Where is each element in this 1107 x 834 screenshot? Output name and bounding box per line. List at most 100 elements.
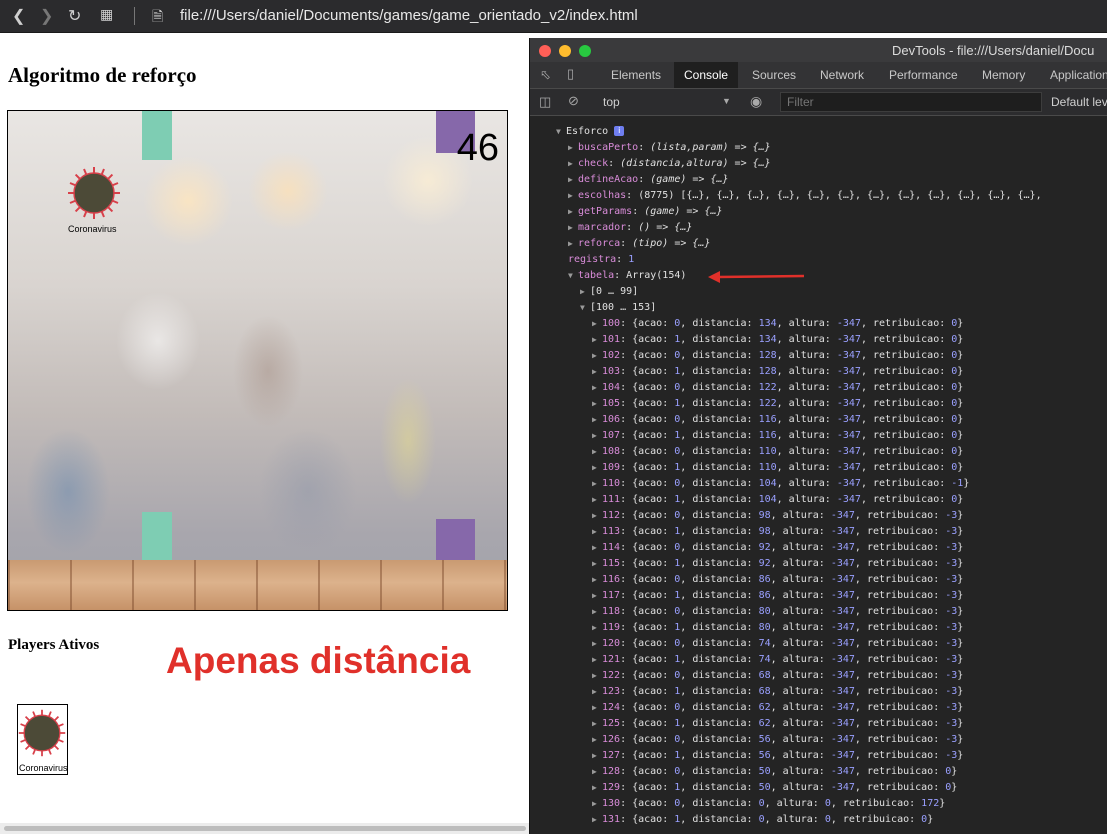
expand-arrow-icon[interactable]: ▶: [592, 412, 602, 428]
tab-application[interactable]: Application: [1050, 62, 1107, 88]
tab-elements[interactable]: Elements: [611, 62, 661, 88]
table-row[interactable]: ▶ 111: {acao: 1, distancia: 104, altura: …: [592, 492, 963, 508]
reload-icon[interactable]: ↻: [68, 6, 81, 26]
eye-icon[interactable]: ◉: [750, 93, 762, 110]
expand-arrow-icon[interactable]: ▶: [592, 652, 602, 668]
table-row[interactable]: ▶ 125: {acao: 1, distancia: 62, altura: -…: [592, 716, 963, 732]
expand-arrow-icon[interactable]: ▶: [568, 236, 578, 252]
close-icon[interactable]: [539, 45, 551, 57]
forward-icon[interactable]: ❯: [40, 6, 53, 26]
prop-defineacao[interactable]: ▶ defineAcao: (game) => {…}: [568, 172, 729, 188]
expand-arrow-icon[interactable]: ▶: [592, 684, 602, 700]
expand-arrow-icon[interactable]: ▶: [592, 812, 602, 828]
horizontal-scrollbar[interactable]: [0, 823, 530, 834]
expand-arrow-icon[interactable]: ▶: [592, 556, 602, 572]
expand-arrow-icon[interactable]: ▶: [592, 748, 602, 764]
expand-arrow-icon[interactable]: ▶: [592, 444, 602, 460]
table-row[interactable]: ▶ 116: {acao: 0, distancia: 86, altura: -…: [592, 572, 963, 588]
table-row[interactable]: ▶ 123: {acao: 1, distancia: 68, altura: -…: [592, 684, 963, 700]
table-row[interactable]: ▶ 120: {acao: 0, distancia: 74, altura: -…: [592, 636, 963, 652]
tab-sources[interactable]: Sources: [752, 62, 796, 88]
sidebar-toggle-icon[interactable]: ◫: [539, 94, 551, 110]
expand-arrow-icon[interactable]: ▶: [592, 492, 602, 508]
table-row[interactable]: ▶ 118: {acao: 0, distancia: 80, altura: -…: [592, 604, 963, 620]
expand-arrow-icon[interactable]: ▶: [592, 732, 602, 748]
expand-arrow-icon[interactable]: ▶: [568, 156, 578, 172]
device-toolbar-icon[interactable]: ▯: [567, 66, 574, 82]
expand-arrow-icon[interactable]: ▶: [568, 140, 578, 156]
prop-escolhas[interactable]: ▶ escolhas: (8775) [{…}, {…}, {…}, {…}, {…: [568, 188, 1042, 204]
expand-arrow-icon[interactable]: ▶: [592, 476, 602, 492]
expand-arrow-icon[interactable]: ▶: [592, 620, 602, 636]
expand-arrow-icon[interactable]: ▶: [592, 396, 602, 412]
table-row[interactable]: ▶ 124: {acao: 0, distancia: 62, altura: -…: [592, 700, 963, 716]
table-row[interactable]: ▶ 126: {acao: 0, distancia: 56, altura: -…: [592, 732, 963, 748]
prop-buscaperto[interactable]: ▶ buscaPerto: (lista,param) => {…}: [568, 140, 771, 156]
expand-arrow-icon[interactable]: ▶: [592, 508, 602, 524]
range-0-99[interactable]: ▶ [0 … 99]: [580, 284, 638, 300]
collapse-arrow-icon[interactable]: ▼: [568, 268, 578, 284]
prop-marcador[interactable]: ▶ marcador: () => {…}: [568, 220, 692, 236]
table-row[interactable]: ▶ 103: {acao: 1, distancia: 128, altura: …: [592, 364, 963, 380]
back-icon[interactable]: ❮: [12, 6, 25, 26]
table-row[interactable]: ▶ 127: {acao: 1, distancia: 56, altura: -…: [592, 748, 963, 764]
tab-console[interactable]: Console: [674, 62, 739, 88]
expand-arrow-icon[interactable]: ▶: [592, 604, 602, 620]
table-row[interactable]: ▶ 102: {acao: 0, distancia: 128, altura: …: [592, 348, 963, 364]
expand-arrow-icon[interactable]: ▶: [592, 668, 602, 684]
expand-arrow-icon[interactable]: ▶: [592, 764, 602, 780]
table-row[interactable]: ▶ 122: {acao: 0, distancia: 68, altura: -…: [592, 668, 963, 684]
expand-arrow-icon[interactable]: ▶: [568, 172, 578, 188]
table-row[interactable]: ▶ 128: {acao: 0, distancia: 50, altura: -…: [592, 764, 957, 780]
expand-arrow-icon[interactable]: ▶: [592, 460, 602, 476]
table-row[interactable]: ▶ 115: {acao: 1, distancia: 92, altura: -…: [592, 556, 963, 572]
table-row[interactable]: ▶ 112: {acao: 0, distancia: 98, altura: -…: [592, 508, 963, 524]
chevron-down-icon[interactable]: ▼: [722, 96, 731, 106]
info-icon[interactable]: i: [614, 126, 625, 136]
table-row[interactable]: ▶ 114: {acao: 0, distancia: 92, altura: -…: [592, 540, 963, 556]
expand-arrow-icon[interactable]: ▶: [592, 316, 602, 332]
table-row[interactable]: ▶ 110: {acao: 0, distancia: 104, altura: …: [592, 476, 969, 492]
table-row[interactable]: ▶ 113: {acao: 1, distancia: 98, altura: -…: [592, 524, 963, 540]
expand-arrow-icon[interactable]: ▶: [592, 588, 602, 604]
prop-check[interactable]: ▶ check: (distancia,altura) => {…}: [568, 156, 771, 172]
expand-arrow-icon[interactable]: ▶: [580, 284, 590, 300]
inspect-icon[interactable]: ⬁: [540, 67, 551, 83]
clear-console-icon[interactable]: ⊘: [568, 93, 579, 109]
table-row[interactable]: ▶ 104: {acao: 0, distancia: 122, altura: …: [592, 380, 963, 396]
scrollbar-thumb[interactable]: [4, 826, 526, 831]
expand-arrow-icon[interactable]: ▶: [592, 700, 602, 716]
tab-memory[interactable]: Memory: [982, 62, 1025, 88]
table-row[interactable]: ▶ 101: {acao: 1, distancia: 134, altura: …: [592, 332, 963, 348]
console-output[interactable]: ▼ Esforco i ▶ buscaPerto: (lista,param) =>…: [530, 116, 1107, 834]
table-row[interactable]: ▶ 108: {acao: 0, distancia: 110, altura: …: [592, 444, 963, 460]
table-row[interactable]: ▶ 105: {acao: 1, distancia: 122, altura: …: [592, 396, 963, 412]
prop-tabela[interactable]: ▼ tabela: Array(154): [568, 268, 686, 284]
table-row[interactable]: ▶ 106: {acao: 0, distancia: 116, altura: …: [592, 412, 963, 428]
table-row[interactable]: ▶ 131: {acao: 1, distancia: 0, altura: 0,…: [592, 812, 933, 828]
table-row[interactable]: ▶ 107: {acao: 1, distancia: 116, altura: …: [592, 428, 963, 444]
table-row[interactable]: ▶ 129: {acao: 1, distancia: 50, altura: -…: [592, 780, 957, 796]
expand-arrow-icon[interactable]: ▶: [592, 380, 602, 396]
collapse-arrow-icon[interactable]: ▼: [556, 124, 566, 140]
tab-performance[interactable]: Performance: [889, 62, 958, 88]
expand-arrow-icon[interactable]: ▶: [592, 364, 602, 380]
minimize-icon[interactable]: [559, 45, 571, 57]
prop-reforca[interactable]: ▶ reforca: (tipo) => {…}: [568, 236, 710, 252]
table-row[interactable]: ▶ 100: {acao: 0, distancia: 134, altura: …: [592, 316, 963, 332]
collapse-arrow-icon[interactable]: ▼: [580, 300, 590, 316]
expand-arrow-icon[interactable]: ▶: [592, 780, 602, 796]
grid-icon[interactable]: ▦: [100, 6, 113, 23]
table-row[interactable]: ▶ 121: {acao: 1, distancia: 74, altura: -…: [592, 652, 963, 668]
expand-arrow-icon[interactable]: ▶: [568, 188, 578, 204]
expand-arrow-icon[interactable]: ▶: [592, 332, 602, 348]
player-card[interactable]: Coronavirus: [17, 704, 68, 775]
address-bar[interactable]: file:///Users/daniel/Documents/games/gam…: [180, 7, 638, 24]
expand-arrow-icon[interactable]: ▶: [592, 636, 602, 652]
expand-arrow-icon[interactable]: ▶: [592, 348, 602, 364]
prop-getparams[interactable]: ▶ getParams: (game) => {…}: [568, 204, 723, 220]
table-row[interactable]: ▶ 119: {acao: 1, distancia: 80, altura: -…: [592, 620, 963, 636]
expand-arrow-icon[interactable]: ▶: [592, 716, 602, 732]
expand-arrow-icon[interactable]: ▶: [592, 796, 602, 812]
expand-arrow-icon[interactable]: ▶: [592, 524, 602, 540]
